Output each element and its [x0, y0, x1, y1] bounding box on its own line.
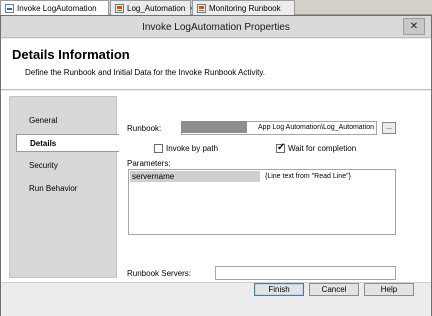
parameter-value[interactable]: {Line text from "Read Line"} [260, 171, 394, 182]
invoke-by-path-checkbox[interactable]: Invoke by path [154, 144, 218, 153]
properties-dialog: Invoke LogAutomation Properties ✕ Detail… [0, 15, 432, 316]
sidebar-item-run-behavior[interactable]: Run Behavior [10, 180, 118, 198]
help-button[interactable]: Help [364, 283, 414, 296]
details-header: Details Information Define the Runbook a… [1, 39, 431, 90]
cancel-button[interactable]: Cancel [309, 283, 359, 296]
runbook-log-icon [115, 3, 124, 13]
parameters-grid[interactable]: servername {Line text from "Read Line"} [128, 169, 396, 235]
page-description: Define the Runbook and Initial Data for … [25, 68, 265, 77]
tab-label: Monitoring Runbook [209, 3, 281, 13]
details-content: Runbook: App Log Automation\Log_Automati… [119, 91, 431, 282]
dialog-title-bar[interactable]: Invoke LogAutomation Properties ✕ [1, 16, 431, 38]
redacted-path-block [181, 121, 247, 133]
sidebar-item-details[interactable]: Details [16, 134, 119, 152]
document-tab-strip: Invoke LogAutomation Log_Automation × Mo… [0, 0, 432, 16]
runbook-doc-icon [5, 4, 14, 13]
tab-label: Log_Automation [127, 3, 186, 13]
tab-log-automation[interactable]: Log_Automation × [110, 0, 194, 15]
checkbox-checked-icon: ✓ [276, 142, 286, 153]
parameter-name: servername [130, 171, 260, 182]
tab-label: Invoke LogAutomation [17, 4, 97, 13]
browse-runbook-button[interactable]: ... [382, 122, 396, 134]
invoke-by-path-label: Invoke by path [166, 144, 219, 153]
runbook-servers-field[interactable] [215, 266, 396, 280]
finish-button[interactable]: Finish [254, 283, 304, 296]
runbook-label: Runbook: [127, 124, 162, 133]
parameter-row[interactable]: servername {Line text from "Read Line"} [130, 171, 394, 182]
close-icon[interactable]: ✕ [403, 18, 425, 35]
checkbox-unchecked-icon [154, 144, 163, 153]
wait-for-completion-label: Wait for completion [288, 144, 357, 153]
dialog-body: General Details Security Run Behavior Ru… [1, 91, 431, 282]
tab-monitoring-runbook[interactable]: Monitoring Runbook [192, 0, 295, 15]
tab-invoke-logautomation[interactable]: Invoke LogAutomation [0, 0, 109, 16]
parameters-label: Parameters: [127, 159, 171, 168]
runbook-log-icon [197, 3, 206, 13]
sidebar-item-security[interactable]: Security [10, 157, 118, 175]
properties-sidebar: General Details Security Run Behavior [9, 96, 119, 278]
dialog-title: Invoke LogAutomation Properties [142, 22, 290, 33]
page-title: Details Information [12, 47, 130, 62]
wait-for-completion-checkbox[interactable]: ✓ Wait for completion [276, 142, 357, 153]
runbook-servers-label: Runbook Servers: [127, 269, 192, 278]
sidebar-item-general[interactable]: General [10, 112, 118, 130]
